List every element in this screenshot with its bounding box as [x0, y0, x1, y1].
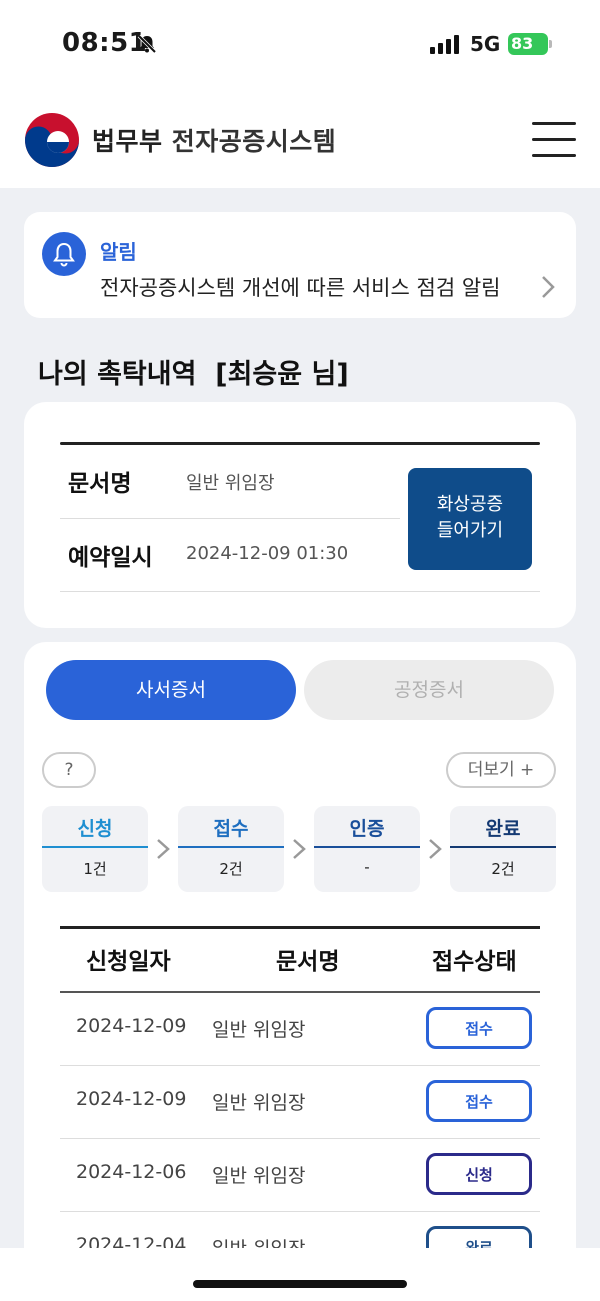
step-underline — [42, 846, 148, 848]
section-title: 나의 촉탁내역 [최승윤 님] — [38, 359, 349, 390]
step-count: 1건 — [83, 860, 107, 878]
chevron-right-icon — [293, 839, 306, 859]
row-date: 2024-12-09 — [76, 1015, 187, 1037]
more-button[interactable]: 더보기 + — [446, 752, 556, 788]
table-top-rule — [60, 926, 540, 929]
step-name: 인증 — [349, 818, 385, 840]
step-complete[interactable]: 완료 2건 — [450, 806, 556, 892]
battery-level: 83 — [511, 34, 534, 53]
status-badge[interactable]: 접수 — [426, 1007, 532, 1049]
bell-slash-icon — [137, 34, 157, 54]
divider — [60, 591, 540, 592]
video-button-line1: 화상공증 — [436, 494, 504, 515]
col-header-status: 접수상태 — [432, 949, 517, 975]
menu-icon[interactable] — [532, 120, 576, 158]
brand-ministry: 법무부 — [92, 127, 163, 156]
status-badge[interactable]: 접수 — [426, 1080, 532, 1122]
step-certified[interactable]: 인증 - — [314, 806, 420, 892]
bottom-safe-area — [0, 1248, 600, 1301]
signal-icon — [430, 35, 459, 54]
row-doc: 일반 위임장 — [212, 1092, 306, 1114]
col-header-date: 신청일자 — [86, 949, 171, 975]
status-bar: 08:51 5G 83 — [0, 0, 600, 92]
date-label: 예약일시 — [68, 545, 153, 571]
step-name: 신청 — [77, 818, 113, 840]
app-header: 법무부 전자공증시스템 — [0, 92, 600, 188]
doc-label: 문서명 — [68, 471, 132, 497]
table-row[interactable]: 2024-12-06 일반 위임장 신청 — [60, 1139, 540, 1212]
chevron-right-icon — [157, 839, 170, 859]
tab-notarial-deed[interactable]: 공정증서 — [304, 660, 554, 720]
video-notary-button[interactable]: 화상공증 들어가기 — [408, 468, 532, 570]
divider — [60, 442, 540, 445]
row-doc: 일반 위임장 — [212, 1019, 306, 1041]
emblem-logo[interactable] — [24, 112, 80, 168]
doc-value: 일반 위임장 — [186, 473, 275, 494]
battery-icon: 83 — [508, 33, 548, 55]
notice-banner[interactable]: 알림 전자공증시스템 개선에 따른 서비스 점검 알림 — [24, 212, 576, 318]
notice-message: 전자공증시스템 개선에 따른 서비스 점검 알림 — [100, 276, 501, 300]
status-badge[interactable]: 신청 — [426, 1153, 532, 1195]
step-count: 2건 — [491, 860, 515, 878]
col-header-doc: 문서명 — [276, 949, 340, 975]
step-apply[interactable]: 신청 1건 — [42, 806, 148, 892]
brand-system: 전자공증시스템 — [171, 127, 337, 156]
row-date: 2024-12-06 — [76, 1161, 187, 1183]
row-doc: 일반 위임장 — [212, 1165, 306, 1187]
table-row[interactable]: 2024-12-09 일반 위임장 접수 — [60, 1066, 540, 1139]
step-count: 2건 — [219, 860, 243, 878]
row-date: 2024-12-09 — [76, 1088, 187, 1110]
reservation-card: 문서명 일반 위임장 예약일시 2024-12-09 01:30 화상공증 들어… — [24, 402, 576, 628]
chevron-right-icon[interactable] — [538, 272, 558, 302]
brand-title[interactable]: 법무부 전자공증시스템 — [92, 122, 336, 158]
divider — [60, 518, 400, 519]
date-value: 2024-12-09 01:30 — [186, 543, 349, 564]
step-name: 접수 — [213, 818, 249, 840]
step-underline — [450, 846, 556, 848]
step-count: - — [364, 858, 370, 876]
battery-tip — [549, 40, 552, 48]
step-underline — [178, 846, 284, 848]
status-time: 08:51 — [62, 28, 148, 58]
home-indicator[interactable] — [193, 1280, 407, 1288]
video-button-line2: 들어가기 — [436, 520, 504, 541]
help-button[interactable]: ? — [42, 752, 96, 788]
table-row[interactable]: 2024-12-09 일반 위임장 접수 — [60, 993, 540, 1066]
request-status-card: 사서증서 공정증서 ? 더보기 + 신청 1건 접수 2건 인증 - 완료 2건… — [24, 642, 576, 1268]
network-type: 5G — [470, 32, 501, 56]
step-underline — [314, 846, 420, 848]
step-received[interactable]: 접수 2건 — [178, 806, 284, 892]
notice-title: 알림 — [100, 240, 137, 264]
chevron-right-icon — [429, 839, 442, 859]
bell-icon — [42, 232, 86, 276]
step-name: 완료 — [485, 818, 521, 840]
tab-private-deed[interactable]: 사서증서 — [46, 660, 296, 720]
